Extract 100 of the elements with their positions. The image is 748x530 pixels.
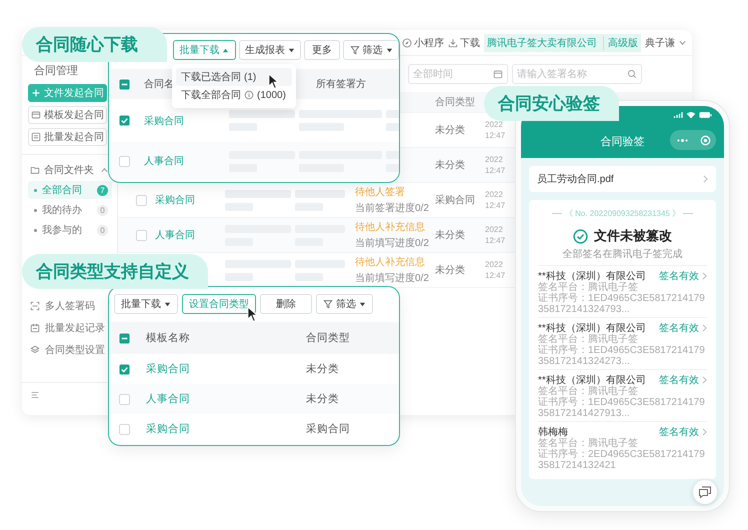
more-icon[interactable]: [676, 136, 688, 144]
table-cell-text: 采购合同: [306, 422, 351, 436]
date-text: 2022: [485, 224, 504, 235]
checkbox[interactable]: [136, 194, 147, 206]
contract-link[interactable]: 采购合同: [155, 195, 195, 206]
search-field[interactable]: 请输入签署名称: [512, 64, 642, 84]
menu-item[interactable]: 下载全部合同 (1000): [176, 86, 292, 104]
chevron-icon: [703, 175, 708, 183]
create-button[interactable]: 文件发起合同: [28, 84, 107, 102]
template-link[interactable]: 人事合同: [146, 392, 306, 406]
signer-platform: 签名平台：腾讯电子签: [538, 334, 639, 345]
contract-link[interactable]: 采购合同: [144, 114, 229, 128]
sidebar-item[interactable]: 我参与的 0: [28, 221, 112, 239]
toolbar-button[interactable]: 更多: [304, 40, 340, 60]
signer-name: 韩梅梅: [538, 426, 569, 438]
time-text: 12:47: [485, 165, 506, 176]
table-cell-text: 未分类: [306, 362, 340, 376]
plan-label: 高级版: [603, 36, 638, 50]
menu-label: 下载全部合同: [181, 88, 241, 102]
table-cell-text: 未分类: [435, 228, 466, 242]
plus-icon: [31, 88, 41, 98]
caret-icon: [386, 46, 393, 54]
date-field[interactable]: 全部时间: [408, 64, 508, 84]
signature-status-link[interactable]: 签名有效: [659, 268, 699, 282]
template-link[interactable]: 采购合同: [146, 422, 306, 436]
checkbox[interactable]: [119, 156, 130, 166]
date-text: 2022: [485, 259, 504, 270]
filter-icon: [350, 45, 360, 55]
list-icon: [31, 132, 41, 142]
card-icon: [31, 110, 41, 120]
dropdown-button[interactable]: 生成报表: [238, 40, 302, 60]
menu-label: 下载已选合同: [181, 70, 241, 84]
filter-button[interactable]: 筛选: [316, 294, 373, 314]
filter-button[interactable]: 筛选: [343, 40, 399, 60]
chevron-icon: [702, 324, 707, 332]
menu-count: (1000): [257, 90, 286, 100]
signer-platform: 签名平台：腾讯电子签: [538, 386, 639, 397]
checkbox[interactable]: [136, 230, 147, 240]
time-text: 12:47: [485, 130, 506, 141]
wifi-icon: [686, 111, 696, 119]
contract-link[interactable]: 人事合同: [155, 230, 195, 241]
caret-icon: [359, 300, 366, 308]
serial-number: 《 No. 202209093258231345 》: [564, 208, 680, 219]
certificate-number: 证书序号：1ED4965C3E5817214179358172141324273...: [538, 345, 706, 367]
progress-text: 当前签署进度0/2: [355, 202, 430, 215]
time-text: 12:47: [485, 200, 506, 211]
checkbox[interactable]: [119, 424, 130, 434]
signature-status-link[interactable]: 签名有效: [659, 372, 699, 386]
menu-icon[interactable]: [30, 390, 40, 400]
column-header: 所有签署方: [316, 78, 367, 91]
status-text: 待他人补充信息: [355, 220, 426, 234]
checkbox[interactable]: [119, 115, 130, 126]
dropdown-button[interactable]: 批量下载: [173, 40, 236, 60]
topbar-link[interactable]: 小程序: [402, 36, 444, 50]
target-icon[interactable]: [700, 134, 710, 146]
file-row[interactable]: 员工劳动合同.pdf: [529, 166, 716, 192]
progress-text: 当前填写进度0/2: [355, 272, 430, 285]
folder-label[interactable]: 合同文件夹: [44, 163, 94, 177]
create-button[interactable]: 模板发起合同: [28, 106, 107, 124]
chevron-icon[interactable]: [101, 167, 108, 173]
toolbar-button[interactable]: 设置合同类型: [182, 294, 256, 314]
menu-item[interactable]: 下载已选合同 (1): [176, 68, 292, 86]
user-menu[interactable]: 典子谦: [645, 36, 675, 50]
sidebar-link[interactable]: 批量发起记录: [45, 321, 105, 335]
status-text: 待他人补充信息: [355, 256, 426, 269]
compass-icon: [402, 38, 412, 48]
screen-title: 合同验签: [600, 134, 644, 148]
column-header: 合同类型: [435, 96, 476, 109]
chat-icon: [698, 485, 712, 499]
signal-icon: [673, 111, 683, 119]
chevron-icon: [679, 40, 686, 46]
checkbox[interactable]: [119, 332, 130, 344]
certificate-number: 证书序号：2ED4965C3E581721417935817214132421: [538, 449, 706, 471]
checkbox[interactable]: [119, 78, 130, 90]
dropdown-button[interactable]: 批量下载: [114, 294, 178, 314]
topbar-link[interactable]: 下载: [448, 36, 480, 50]
template-link[interactable]: 采购合同: [146, 362, 306, 376]
signature-status-link[interactable]: 签名有效: [659, 424, 699, 438]
sidebar-link[interactable]: 多人签署码: [45, 299, 95, 313]
checkbox[interactable]: [119, 364, 130, 374]
create-button[interactable]: 批量发起合同: [28, 128, 107, 146]
sidebar-item[interactable]: 全部合同 7: [28, 181, 112, 199]
checkbox[interactable]: [119, 394, 130, 404]
caret-icon: [164, 300, 171, 308]
sidebar-item[interactable]: 我的待办 0: [28, 201, 112, 219]
signer-name: **科技（深圳）有限公司: [538, 374, 647, 386]
topbar-label: 小程序: [414, 36, 444, 50]
signature-status-link[interactable]: 签名有效: [659, 320, 699, 334]
company-name: 腾讯电子签大卖有限公司: [487, 36, 597, 50]
progress-text: 当前填写进度0/2: [355, 236, 430, 250]
layers-icon: [30, 345, 40, 355]
certificate-number: 证书序号：1ED4965C3E5817214179358172141427913...: [538, 397, 706, 419]
table-cell-text: 未分类: [435, 158, 466, 172]
caret-icon: [222, 46, 230, 54]
filter-icon: [323, 299, 333, 309]
menu-count: (1): [244, 72, 256, 82]
date-text: 2022: [485, 119, 504, 130]
toolbar-button[interactable]: 删除: [260, 294, 312, 314]
sidebar-link[interactable]: 合同类型设置: [45, 343, 105, 357]
contract-link[interactable]: 人事合同: [144, 154, 229, 168]
